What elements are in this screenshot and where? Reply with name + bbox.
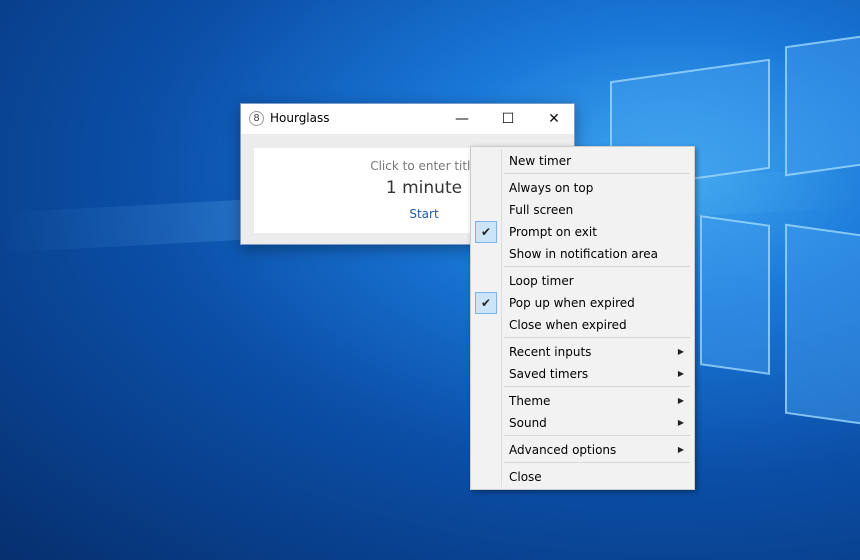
menu-item-recent-inputs[interactable]: Recent inputs ▶ bbox=[473, 341, 692, 363]
menu-item-label: Prompt on exit bbox=[509, 225, 597, 239]
menu-item-label: Recent inputs bbox=[509, 345, 592, 359]
checkmark-icon: ✔ bbox=[475, 221, 497, 243]
menu-item-full-screen[interactable]: Full screen bbox=[473, 199, 692, 221]
close-button[interactable]: ✕ bbox=[531, 104, 577, 134]
menu-item-advanced-options[interactable]: Advanced options ▶ bbox=[473, 439, 692, 461]
menu-item-label: Close when expired bbox=[509, 318, 627, 332]
menu-separator bbox=[504, 266, 690, 267]
submenu-arrow-icon: ▶ bbox=[677, 369, 684, 378]
menu-item-label: Loop timer bbox=[509, 274, 574, 288]
menu-item-label: Always on top bbox=[509, 181, 594, 195]
submenu-arrow-icon: ▶ bbox=[677, 445, 684, 454]
menu-item-saved-timers[interactable]: Saved timers ▶ bbox=[473, 363, 692, 385]
menu-item-theme[interactable]: Theme ▶ bbox=[473, 390, 692, 412]
window-logo-pane bbox=[700, 215, 770, 375]
menu-item-label: Close bbox=[509, 470, 542, 484]
menu-separator bbox=[504, 386, 690, 387]
menu-separator bbox=[504, 435, 690, 436]
menu-item-label: Pop up when expired bbox=[509, 296, 635, 310]
checkmark-icon: ✔ bbox=[475, 292, 497, 314]
menu-item-label: New timer bbox=[509, 154, 572, 168]
menu-separator bbox=[504, 337, 690, 338]
menu-item-label: Full screen bbox=[509, 203, 574, 217]
menu-item-loop-timer[interactable]: Loop timer bbox=[473, 270, 692, 292]
menu-item-label: Saved timers bbox=[509, 367, 589, 381]
menu-item-new-timer[interactable]: New timer bbox=[473, 150, 692, 172]
menu-item-label: Sound bbox=[509, 416, 547, 430]
window-title: Hourglass bbox=[270, 111, 330, 125]
menu-item-label: Advanced options bbox=[509, 443, 617, 457]
maximize-button[interactable]: ☐ bbox=[485, 104, 531, 134]
menu-item-prompt-on-exit[interactable]: ✔ Prompt on exit bbox=[473, 221, 692, 243]
menu-item-sound[interactable]: Sound ▶ bbox=[473, 412, 692, 434]
submenu-arrow-icon: ▶ bbox=[677, 396, 684, 405]
submenu-arrow-icon: ▶ bbox=[677, 418, 684, 427]
hourglass-8-icon: 8 bbox=[249, 111, 264, 126]
submenu-arrow-icon: ▶ bbox=[677, 347, 684, 356]
menu-item-close-when-expired[interactable]: Close when expired bbox=[473, 314, 692, 336]
menu-item-label: Theme bbox=[509, 394, 551, 408]
menu-item-always-on-top[interactable]: Always on top bbox=[473, 177, 692, 199]
menu-item-close[interactable]: Close bbox=[473, 466, 692, 488]
menu-item-pop-up-when-expired[interactable]: ✔ Pop up when expired bbox=[473, 292, 692, 314]
minimize-button[interactable]: — bbox=[439, 104, 485, 134]
menu-item-show-in-notification-area[interactable]: Show in notification area bbox=[473, 243, 692, 265]
title-bar[interactable]: 8 Hourglass — ☐ ✕ bbox=[241, 104, 574, 134]
window-logo-pane bbox=[785, 33, 860, 177]
menu-separator bbox=[504, 462, 690, 463]
menu-separator bbox=[504, 173, 690, 174]
window-logo-pane bbox=[785, 223, 860, 427]
menu-item-label: Show in notification area bbox=[509, 247, 659, 261]
context-menu: New timer Always on top Full screen ✔ Prompt… bbox=[470, 146, 695, 490]
